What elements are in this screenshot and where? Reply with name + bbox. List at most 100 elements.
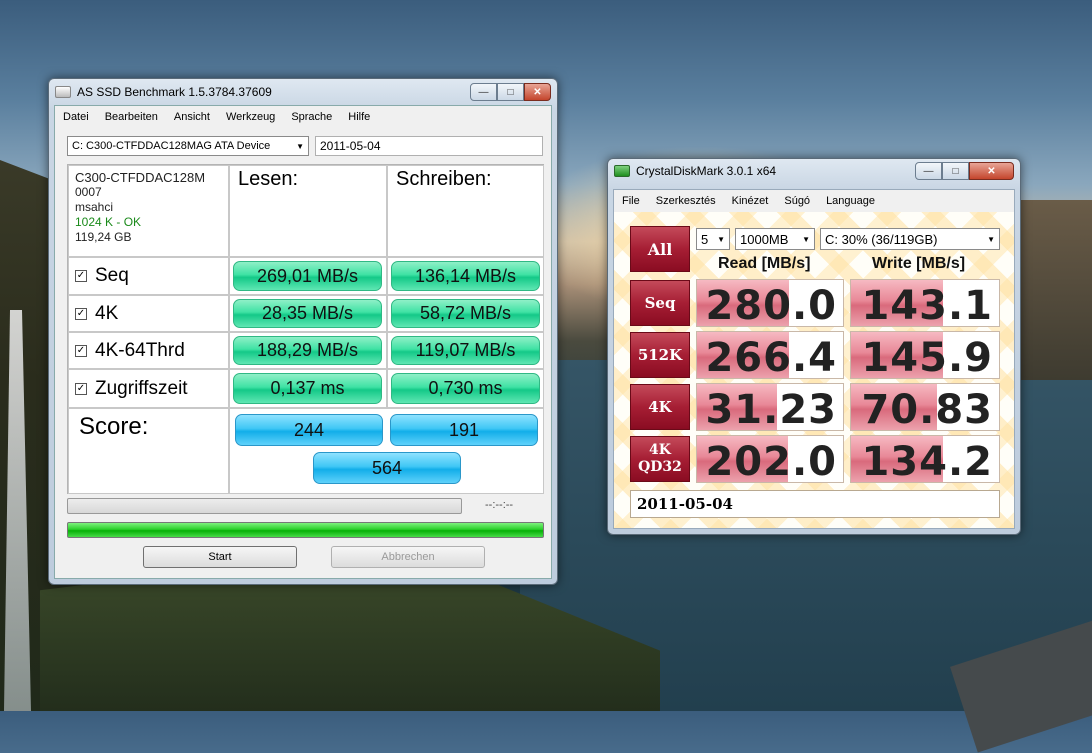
drive-model: C300-CTFDDAC128M [75, 170, 206, 185]
row-label: Seq [95, 265, 129, 286]
4k-qd32-read-value: 202.0 [705, 439, 837, 483]
menu-kinezet[interactable]: Kinézet [724, 195, 777, 207]
menu-sprache[interactable]: Sprache [283, 111, 340, 123]
row-4k64-label[interactable]: ✓ 4K-64Thrd [68, 332, 229, 369]
checkbox-access[interactable]: ✓ [75, 382, 87, 395]
menu-file[interactable]: File [614, 195, 648, 207]
4k64-write-value: 119,07 MB/s [391, 336, 540, 365]
abort-button[interactable]: Abbrechen [331, 546, 485, 568]
512k-write-box: 145.9 [850, 331, 1000, 379]
crystaldiskmark-window: CrystalDiskMark 3.0.1 x64 — □ ✕ File Sze… [607, 158, 1021, 535]
row-label: 4K [95, 302, 119, 324]
4k-read-box: 31.23 [696, 383, 844, 431]
checkbox-4k64[interactable]: ✓ [75, 344, 87, 357]
drive-select[interactable]: C: 30% (36/119GB) ▼ [820, 228, 1000, 250]
drive-select-value: C: C300-CTFDDAC128MAG ATA Device [72, 140, 271, 152]
drive-select[interactable]: C: C300-CTFDDAC128MAG ATA Device ▼ [67, 136, 309, 156]
4k-write-value: 70.83 [861, 387, 993, 431]
read-header: Lesen: [229, 165, 387, 257]
drive-driver: msahci [75, 200, 114, 214]
chevron-down-icon: ▼ [717, 234, 725, 244]
menu-sugo[interactable]: Súgó [776, 195, 818, 207]
as-ssd-titlebar[interactable]: AS SSD Benchmark 1.5.3784.37609 — □ ✕ [49, 79, 557, 105]
checkbox-seq[interactable]: ✓ [75, 270, 87, 282]
seq-write-box: 143.1 [850, 279, 1000, 327]
chevron-down-icon: ▼ [987, 234, 995, 244]
512k-read-value: 266.4 [705, 335, 837, 379]
4k-qd32-button[interactable]: 4K QD32 [630, 436, 690, 482]
drive-alignment: 1024 K - OK [75, 215, 142, 229]
chevron-down-icon: ▼ [296, 141, 304, 151]
seq-read-value: 280.0 [705, 283, 837, 327]
close-icon[interactable]: ✕ [969, 162, 1014, 180]
close-icon[interactable]: ✕ [524, 83, 551, 101]
cdm-menubar: File Szerkesztés Kinézet Súgó Language [614, 190, 1014, 212]
write-header: Write [MB/s] [872, 255, 966, 272]
menu-bearbeiten[interactable]: Bearbeiten [97, 111, 166, 123]
drive-firmware: 0007 [75, 185, 102, 199]
menu-werkzeug[interactable]: Werkzeug [218, 111, 283, 123]
4k-qd32-write-box: 134.2 [850, 435, 1000, 483]
4k64-read-value: 188,29 MB/s [233, 336, 382, 365]
maximize-icon[interactable]: □ [942, 162, 969, 180]
minimize-icon[interactable]: — [470, 83, 497, 101]
write-header: Schreiben: [387, 165, 544, 257]
progress-bar-total [67, 522, 544, 538]
read-header: Read [MB/s] [718, 255, 811, 272]
row-label: Zugriffszeit [95, 377, 188, 399]
512k-button[interactable]: 512K [630, 332, 690, 378]
seq-read-value: 269,01 MB/s [233, 261, 382, 291]
checkbox-4k[interactable]: ✓ [75, 307, 87, 320]
results-grid: C300-CTFDDAC128M 0007 msahci 1024 K - OK… [67, 164, 544, 494]
drive-size: 119,24 GB [75, 230, 132, 244]
access-write-value: 0,730 ms [391, 373, 540, 404]
start-button[interactable]: Start [143, 546, 297, 568]
chevron-down-icon: ▼ [802, 234, 810, 244]
512k-write-value: 145.9 [861, 335, 993, 379]
as-ssd-menubar: Datei Bearbeiten Ansicht Werkzeug Sprach… [55, 106, 551, 128]
drive-value: C: 30% (36/119GB) [825, 231, 938, 247]
drive-info: C300-CTFDDAC128M 0007 msahci 1024 K - OK… [68, 165, 229, 257]
minimize-icon[interactable]: — [915, 162, 942, 180]
score-write: 191 [390, 414, 538, 446]
menu-language[interactable]: Language [818, 195, 883, 207]
4k-qd32-read-box: 202.0 [696, 435, 844, 483]
row-seq-label[interactable]: ✓ Seq [68, 257, 229, 295]
drive-icon [55, 86, 71, 98]
seq-write-value: 143.1 [861, 283, 993, 327]
cdm-title: CrystalDiskMark 3.0.1 x64 [636, 164, 777, 178]
menu-hilfe[interactable]: Hilfe [340, 111, 378, 123]
cdm-titlebar[interactable]: CrystalDiskMark 3.0.1 x64 — □ ✕ [608, 159, 1020, 183]
menu-szerkesztes[interactable]: Szerkesztés [648, 195, 724, 207]
size-value: 1000MB [740, 231, 789, 247]
cdm-body: File Szerkesztés Kinézet Súgó Language A… [613, 189, 1015, 529]
row-access-label[interactable]: ✓ Zugriffszeit [68, 369, 229, 408]
row-label: 4K-64Thrd [95, 339, 185, 361]
access-read-value: 0,137 ms [233, 373, 382, 404]
as-ssd-title: AS SSD Benchmark 1.5.3784.37609 [77, 85, 272, 99]
4k-button[interactable]: 4K [630, 384, 690, 430]
4k-read-value: 31.23 [705, 387, 837, 431]
comment-field[interactable]: 2011-05-04 [630, 490, 1000, 518]
menu-datei[interactable]: Datei [55, 111, 97, 123]
4k-read-value: 28,35 MB/s [233, 299, 382, 328]
seq-read-box: 280.0 [696, 279, 844, 327]
all-button[interactable]: All [630, 226, 690, 272]
runs-value: 5 [701, 231, 709, 247]
size-select[interactable]: 1000MB ▼ [735, 228, 815, 250]
as-ssd-body: Datei Bearbeiten Ansicht Werkzeug Sprach… [54, 105, 552, 579]
progress-bar-test [67, 498, 462, 514]
runs-select[interactable]: 5 ▼ [696, 228, 730, 250]
score-total: 564 [313, 452, 461, 484]
4k-qd32-write-value: 134.2 [861, 439, 993, 483]
cdm-app-icon [614, 165, 630, 177]
row-4k-label[interactable]: ✓ 4K [68, 295, 229, 332]
maximize-icon[interactable]: □ [497, 83, 524, 101]
4k-write-box: 70.83 [850, 383, 1000, 431]
score-label: Score: [68, 408, 229, 494]
menu-ansicht[interactable]: Ansicht [166, 111, 218, 123]
512k-read-box: 266.4 [696, 331, 844, 379]
seq-button[interactable]: Seq [630, 280, 690, 326]
date-field[interactable]: 2011-05-04 [315, 136, 543, 156]
seq-write-value: 136,14 MB/s [391, 261, 540, 291]
